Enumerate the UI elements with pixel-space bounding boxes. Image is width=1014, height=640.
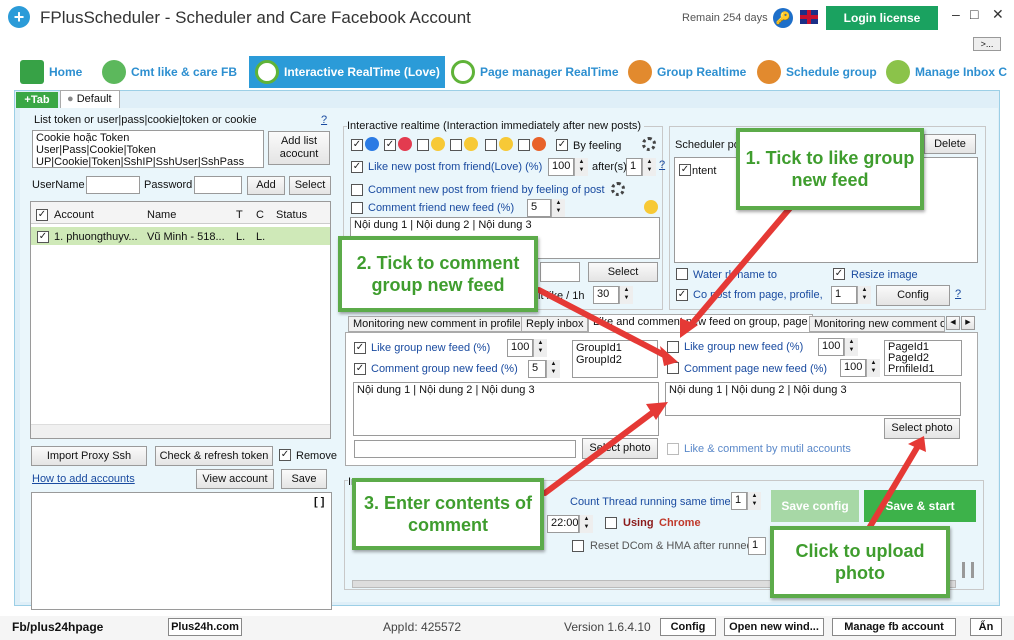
arrow-1 (687, 205, 793, 329)
arrow-3 (542, 407, 659, 496)
app-id: AppId: 425572 (383, 620, 462, 634)
open-new-window-button[interactable]: Open new wind... (724, 618, 824, 636)
fb-page-label: Fb/plus24hpage (12, 620, 104, 634)
arrow-4 (865, 443, 921, 533)
arrowhead-2 (660, 346, 678, 366)
status-config-button[interactable]: Config (660, 618, 716, 636)
hide-button[interactable]: Ẩn (970, 618, 1002, 636)
arrow-2 (536, 287, 667, 358)
manage-fb-account-button[interactable]: Manage fb account (832, 618, 956, 636)
callout-4: Click to upload photo (770, 526, 950, 598)
site-button[interactable]: Plus24h.com (168, 618, 242, 636)
callout-2: 2. Tick to comment group new feed (338, 236, 538, 312)
callout-3: 3. Enter contents of comment (352, 478, 544, 550)
version: Version 1.6.4.10 (564, 620, 651, 634)
callout-1: 1. Tick to like group new feed (736, 128, 924, 210)
